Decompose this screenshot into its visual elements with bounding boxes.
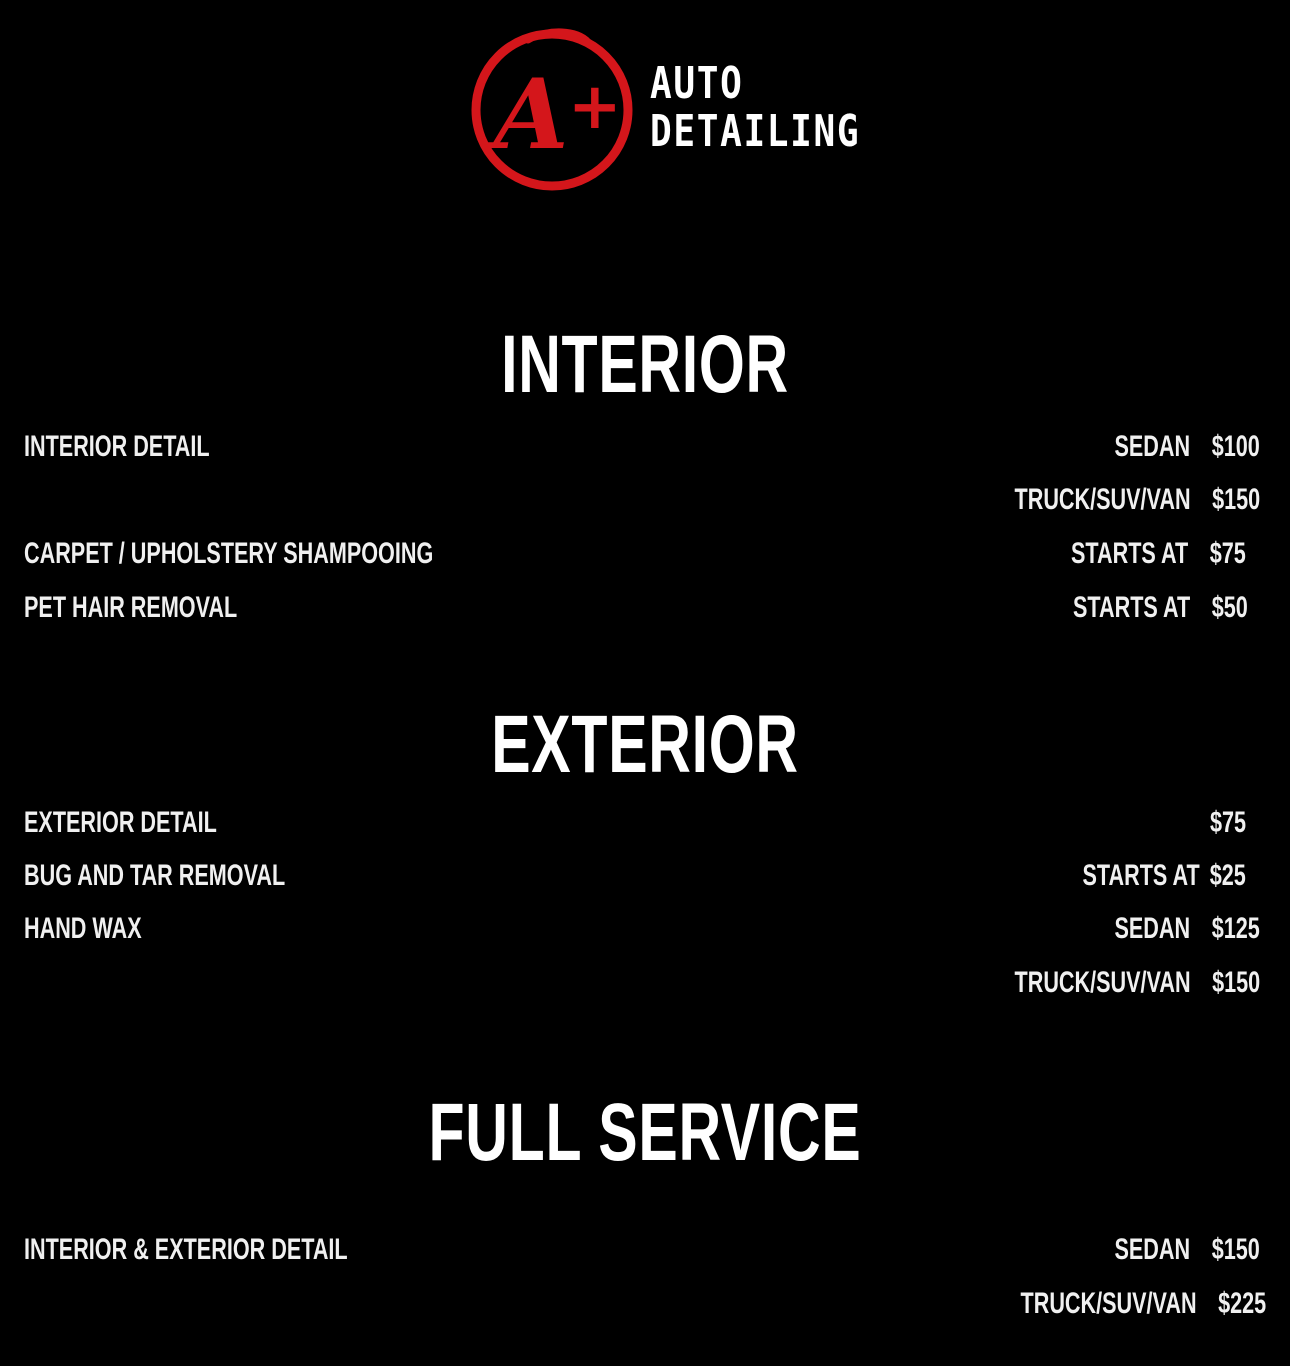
price-row: PET HAIR REMOVAL STARTS AT $50 (24, 591, 1260, 631)
price-value: $50 (1211, 591, 1248, 624)
price-value: $125 (1211, 912, 1260, 945)
vehicle-label: SEDAN (1114, 1233, 1191, 1266)
vehicle-label: SEDAN (1114, 430, 1191, 463)
price-value: $75 (1209, 806, 1246, 839)
price-row: TRUCK/SUV/VAN $150 (24, 966, 1260, 1006)
price-row: TRUCK/SUV/VAN $225 (24, 1287, 1266, 1327)
price-group: SEDAN $150 (1115, 1233, 1260, 1267)
price-row: EXTERIOR DETAIL $75 (24, 806, 1260, 846)
service-name: PET HAIR REMOVAL (24, 591, 238, 624)
service-name: EXTERIOR DETAIL (24, 806, 217, 839)
price-value: $100 (1211, 430, 1260, 463)
vehicle-label: TRUCK/SUV/VAN (1014, 483, 1191, 516)
vehicle-label: SEDAN (1114, 912, 1191, 945)
price-group: STARTS AT $25 (1083, 859, 1246, 893)
service-name: HAND WAX (24, 912, 142, 945)
service-name: INTERIOR & EXTERIOR DETAIL (24, 1233, 348, 1266)
price-value: $150 (1211, 966, 1260, 999)
price-group: TRUCK/SUV/VAN $225 (1020, 1287, 1266, 1321)
price-row: CARPET / UPHOLSTERY SHAMPOOING STARTS AT… (24, 537, 1260, 577)
price-value: $225 (1217, 1287, 1266, 1320)
section-title-interior: INTERIOR (501, 319, 789, 410)
price-group: $75 (1210, 806, 1246, 840)
price-value: $150 (1211, 1233, 1260, 1266)
brand-logo: A + AUTO DETAILING (468, 20, 868, 195)
price-row: INTERIOR DETAIL SEDAN $100 (24, 430, 1260, 470)
price-group: SEDAN $125 (1115, 912, 1260, 946)
service-name: CARPET / UPHOLSTERY SHAMPOOING (24, 537, 434, 570)
starts-at-label: STARTS AT (1073, 591, 1191, 624)
price-row: TRUCK/SUV/VAN $150 (24, 483, 1260, 523)
price-value: $25 (1209, 859, 1246, 892)
starts-at-label: STARTS AT (1071, 537, 1189, 570)
price-group: TRUCK/SUV/VAN $150 (1014, 966, 1260, 1000)
price-group: SEDAN $100 (1115, 430, 1260, 464)
service-name: BUG AND TAR REMOVAL (24, 859, 286, 892)
section-title-exterior: EXTERIOR (491, 699, 799, 790)
vehicle-label: TRUCK/SUV/VAN (1014, 966, 1191, 999)
section-title-full-service: FULL SERVICE (428, 1087, 862, 1178)
brand-name: AUTO DETAILING (650, 60, 860, 156)
service-name: INTERIOR DETAIL (24, 430, 210, 463)
vehicle-label: TRUCK/SUV/VAN (1020, 1287, 1197, 1320)
svg-text:+: + (568, 70, 622, 144)
price-group: TRUCK/SUV/VAN $150 (1014, 483, 1260, 517)
price-group: STARTS AT $50 (1073, 591, 1248, 625)
price-row: INTERIOR & EXTERIOR DETAIL SEDAN $150 (24, 1233, 1260, 1273)
price-row: BUG AND TAR REMOVAL STARTS AT $25 (24, 859, 1260, 899)
a-plus-logo-icon: A + (471, 28, 633, 191)
price-value: $75 (1209, 537, 1246, 570)
starts-at-label: STARTS AT (1082, 859, 1200, 892)
price-value: $150 (1211, 483, 1260, 516)
brand-line-detailing: DETAILING (650, 106, 861, 157)
brand-line-auto: AUTO (650, 58, 744, 109)
price-group: STARTS AT $75 (1071, 537, 1246, 571)
price-row: HAND WAX SEDAN $125 (24, 912, 1260, 952)
svg-text:A: A (486, 58, 568, 171)
